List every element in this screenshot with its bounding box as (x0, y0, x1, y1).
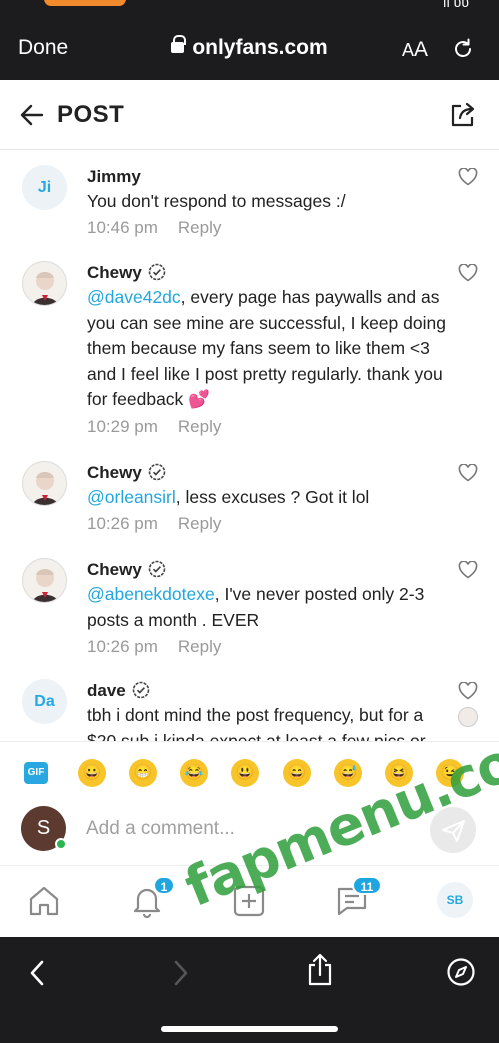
user-avatar[interactable]: S (21, 806, 67, 851)
page-title: POST (57, 101, 125, 128)
messages-badge: 11 (352, 876, 382, 895)
url-text: onlyfans.com (192, 36, 328, 59)
comment-time: 10:26 pm (87, 637, 158, 656)
comment-text: tbh i dont mind the post frequency, but … (87, 705, 426, 741)
liked-by-avatar (458, 707, 478, 727)
comment-list: Ji Jimmy You don't respond to messages :… (0, 151, 499, 741)
back-arrow-icon[interactable] (20, 104, 44, 131)
emoji-button[interactable]: 😀 (78, 759, 106, 787)
gif-icon[interactable]: GIF (24, 762, 48, 784)
home-icon[interactable] (27, 884, 61, 923)
browser-top-bar: Done onlyfans.com AA (0, 12, 499, 80)
heart-icon[interactable] (458, 263, 478, 287)
status-indicators: ıl ᴜᴜ (442, 0, 469, 10)
compass-icon[interactable] (446, 957, 476, 992)
verified-icon (148, 560, 166, 583)
comment-text: @dave42dc, every page has paywalls and a… (87, 287, 446, 409)
mention-link[interactable]: @abenekdotexe (87, 584, 215, 604)
heart-icon[interactable] (458, 167, 478, 191)
comment-author[interactable]: Chewy (87, 560, 166, 583)
emoji-button[interactable]: 😃 (231, 759, 259, 787)
home-indicator (161, 1026, 338, 1032)
online-indicator (55, 838, 67, 850)
share-sheet-icon[interactable] (306, 953, 334, 992)
emoji-button[interactable]: 😁 (129, 759, 157, 787)
comment-time: 10:29 pm (87, 417, 158, 436)
avatar[interactable] (22, 558, 67, 603)
comment-author[interactable]: Chewy (87, 463, 166, 486)
reply-button[interactable]: Reply (178, 218, 221, 237)
comment-time: 10:46 pm (87, 218, 158, 237)
post-header: POST (0, 80, 499, 150)
avatar[interactable] (22, 261, 67, 306)
reply-button[interactable]: Reply (178, 637, 221, 656)
avatar[interactable] (22, 461, 67, 506)
comment-author[interactable]: Jimmy (87, 167, 141, 187)
share-icon[interactable] (450, 102, 476, 133)
recording-pill (44, 0, 126, 6)
reload-icon[interactable] (452, 38, 474, 65)
forward-icon[interactable] (172, 959, 190, 992)
comment-meta: 10:29 pm Reply (87, 417, 221, 437)
avatar[interactable]: Da (22, 679, 67, 724)
verified-icon (148, 463, 166, 486)
comment-time: 10:26 pm (87, 514, 158, 533)
comment-meta: 10:46 pm Reply (87, 218, 221, 238)
verified-icon (148, 263, 166, 286)
notifications-badge: 1 (153, 876, 175, 895)
reply-button[interactable]: Reply (178, 417, 221, 436)
comment-author[interactable]: dave (87, 681, 150, 704)
comment-text: You don't respond to messages :/ (87, 191, 346, 211)
comment-author[interactable]: Chewy (87, 263, 166, 286)
comment-text: @abenekdotexe, I've never posted only 2-… (87, 584, 425, 630)
comment-text: @orleansirl, less excuses ? Got it lol (87, 487, 370, 507)
profile-avatar[interactable]: SB (437, 882, 473, 918)
comment-meta: 10:26 pm Reply (87, 514, 221, 534)
emoji-button[interactable]: 😂 (180, 759, 208, 787)
text-size-button[interactable]: AA (402, 38, 428, 62)
lock-icon (171, 35, 187, 53)
back-icon[interactable] (28, 959, 46, 992)
heart-icon[interactable] (458, 681, 478, 705)
comment-meta: 10:26 pm Reply (87, 637, 221, 657)
emoji-button[interactable]: 😄 (283, 759, 311, 787)
status-bar: ıl ᴜᴜ (0, 0, 499, 12)
safari-toolbar (0, 937, 499, 1043)
reply-button[interactable]: Reply (178, 514, 221, 533)
avatar[interactable]: Ji (22, 165, 67, 210)
mention-link[interactable]: @orleansirl (87, 487, 176, 507)
mention-link[interactable]: @dave42dc (87, 287, 181, 307)
heart-icon[interactable] (458, 560, 478, 584)
verified-icon (132, 681, 150, 704)
emoji-button[interactable]: 😅 (334, 759, 362, 787)
heart-icon[interactable] (458, 463, 478, 487)
